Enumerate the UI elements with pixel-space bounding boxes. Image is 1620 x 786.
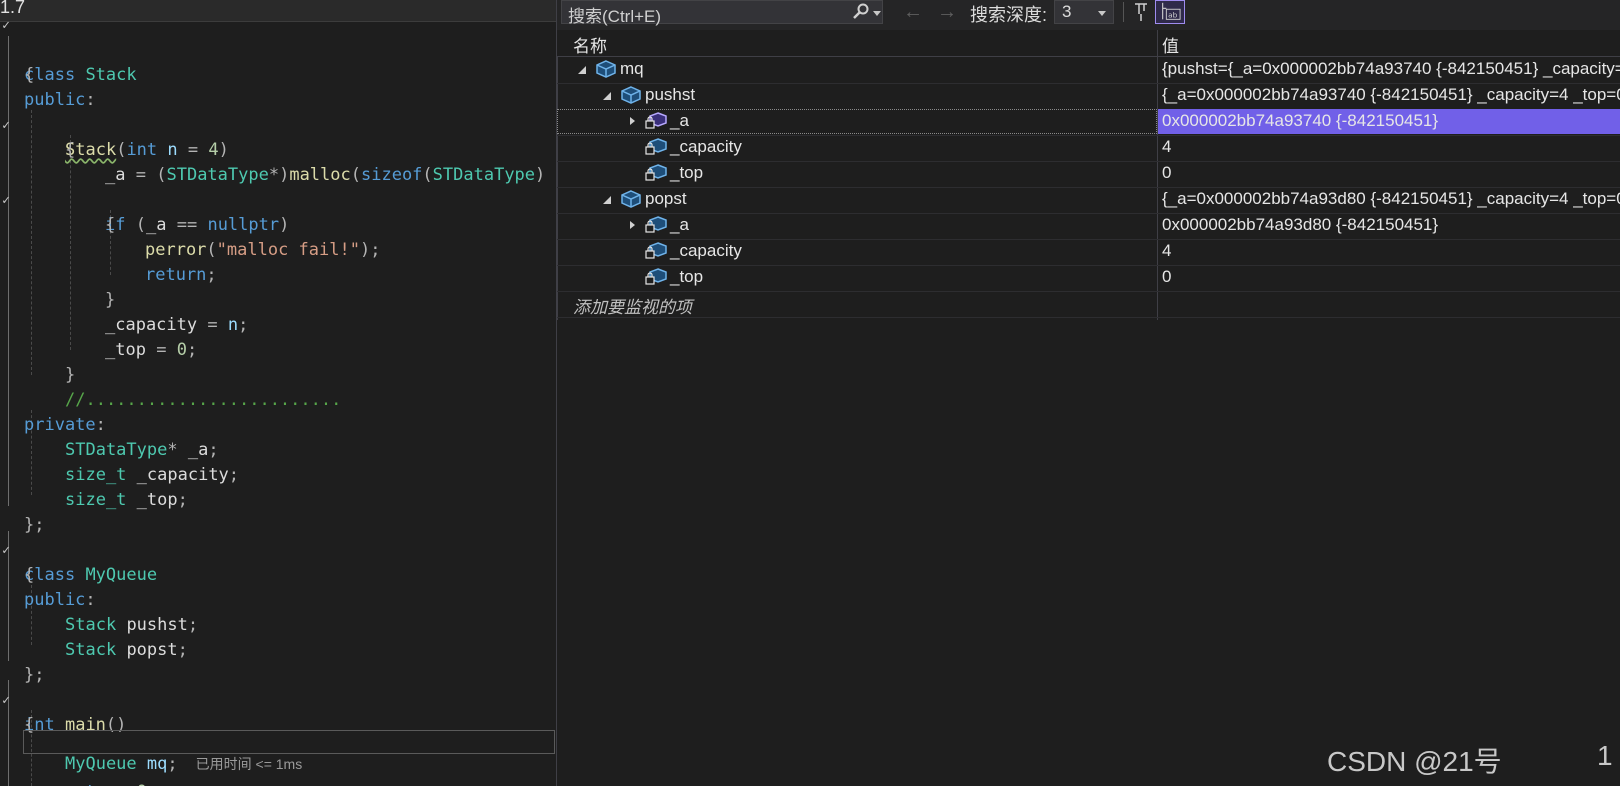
code-line-23[interactable]: public: (0, 563, 556, 610)
code-line-6[interactable]: _a = (STDataType*)malloc(sizeof(STDataTy… (0, 138, 556, 185)
watch-grid-header: 名称 值 (557, 30, 1620, 57)
code-line-18[interactable]: size_t _capacity; (0, 438, 556, 485)
code-line-5[interactable]: { (0, 113, 556, 160)
watch-row-popst-capacity[interactable]: _capacity 4 (557, 239, 1620, 266)
hex-display-toggle-icon[interactable]: ab (1155, 0, 1185, 24)
search-placeholder: 搜索(Ctrl+E) (568, 7, 662, 26)
code-line-current[interactable]: MyQueue mq; 已用时间 <= 1ms (23, 730, 555, 774)
add-watch-placeholder[interactable]: 添加要监视的项 (573, 293, 692, 318)
toolbar-separator (1123, 2, 1124, 22)
code-line-20[interactable]: }; (0, 488, 556, 535)
watch-toolbar: 搜索(Ctrl+E) ← → 搜索深度: 3 ab (557, 0, 1620, 30)
svg-text:ab: ab (1168, 11, 1177, 20)
collapsed-triangle-icon[interactable] (627, 115, 639, 127)
expanded-triangle-icon[interactable] (577, 63, 589, 75)
object-icon (621, 190, 641, 208)
search-icon[interactable] (852, 3, 870, 21)
code-editor[interactable]: 1.7 ✓ class Stack { public: ✓ Stack(int … (0, 0, 556, 786)
code-line-19[interactable]: size_t _top; (0, 463, 556, 510)
page-number: 1 (1597, 740, 1613, 771)
code-line-21[interactable]: ✓ class MyQueue (0, 513, 556, 585)
code-line-3[interactable]: public: (0, 63, 556, 110)
expanded-triangle-icon[interactable] (602, 193, 614, 205)
code-line-30[interactable]: return 0; (0, 755, 556, 786)
watch-row-pushst-capacity[interactable]: _capacity 4 (557, 135, 1620, 162)
code-line-22[interactable]: { (0, 538, 556, 585)
code-line-16[interactable]: private: (0, 388, 556, 435)
code-line-9[interactable]: perror("malloc fail!"); (0, 213, 556, 260)
watch-row-popst[interactable]: popst {_a=0x000002bb74a93d80 {-842150451… (557, 187, 1620, 214)
private-field-lock-icon (645, 216, 667, 233)
watch-row-pushst[interactable]: pushst {_a=0x000002bb74a93740 {-84215045… (557, 83, 1620, 110)
search-depth-select[interactable]: 3 (1054, 0, 1114, 24)
forward-arrow-icon[interactable]: → (937, 1, 957, 24)
expanded-triangle-icon[interactable] (602, 89, 614, 101)
code-line-1[interactable]: ✓ class Stack (0, 13, 556, 85)
pin-icon[interactable] (1131, 0, 1151, 22)
private-field-lock-icon (645, 138, 667, 155)
watch-row-mq[interactable]: mq {pushst={_a=0x000002bb74a93740 {-8421… (557, 57, 1620, 84)
code-line-17[interactable]: STDataType* _a; (0, 413, 556, 460)
watch-row-pushst-top[interactable]: _top 0 (557, 161, 1620, 188)
add-watch-row[interactable]: 添加要监视的项 (557, 291, 1620, 318)
code-line-10[interactable]: return; (0, 238, 556, 285)
watch-row-popst-a[interactable]: _a 0x000002bb74a93d80 {-842150451} (557, 213, 1620, 240)
code-line-15[interactable]: //......................... (0, 363, 556, 410)
code-line-2[interactable]: { (0, 38, 556, 85)
code-line-11[interactable]: } (0, 263, 556, 310)
search-dropdown-icon[interactable] (873, 11, 881, 16)
watermark: CSDN @21号 (1327, 746, 1502, 777)
private-field-lock-icon (645, 242, 667, 259)
watch-panel: 搜索(Ctrl+E) ← → 搜索深度: 3 ab 名称 值 mq {pushs… (557, 0, 1620, 786)
watch-row-popst-top[interactable]: _top 0 (557, 265, 1620, 292)
column-header-name[interactable]: 名称 (573, 32, 607, 57)
code-line-27[interactable]: ✓ int main() (0, 663, 556, 735)
search-input[interactable]: 搜索(Ctrl+E) (561, 0, 883, 26)
private-field-lock-icon (645, 164, 667, 181)
back-arrow-icon[interactable]: ← (903, 1, 923, 24)
collapsed-triangle-icon[interactable] (627, 219, 639, 231)
column-header-value[interactable]: 值 (1162, 32, 1179, 57)
code-line-14[interactable]: } (0, 338, 556, 385)
code-line-25[interactable]: Stack popst; (0, 613, 556, 660)
object-icon (596, 60, 616, 78)
fold-check-icon[interactable]: ✓ (0, 13, 12, 38)
object-icon (621, 86, 641, 104)
search-depth-label: 搜索深度: (970, 5, 1048, 25)
chevron-down-icon (1098, 11, 1106, 16)
watch-row-pushst-a[interactable]: _a 0x000002bb74a93740 {-842150451} (557, 109, 1620, 136)
code-line-24[interactable]: Stack pushst; (0, 588, 556, 635)
code-line-28[interactable]: { (0, 688, 556, 735)
code-line-13[interactable]: _top = 0; (0, 313, 556, 360)
code-line-26[interactable]: }; (0, 638, 556, 685)
code-line-8[interactable]: { (0, 188, 556, 235)
code-line-7[interactable]: ✓ if (_a == nullptr) (0, 163, 556, 235)
private-field-lock-icon (645, 268, 667, 285)
private-field-lock-icon (645, 112, 667, 129)
code-line-12[interactable]: _capacity = n; (0, 288, 556, 335)
code-line-4[interactable]: ✓ Stack(int n = 4) (0, 88, 556, 160)
